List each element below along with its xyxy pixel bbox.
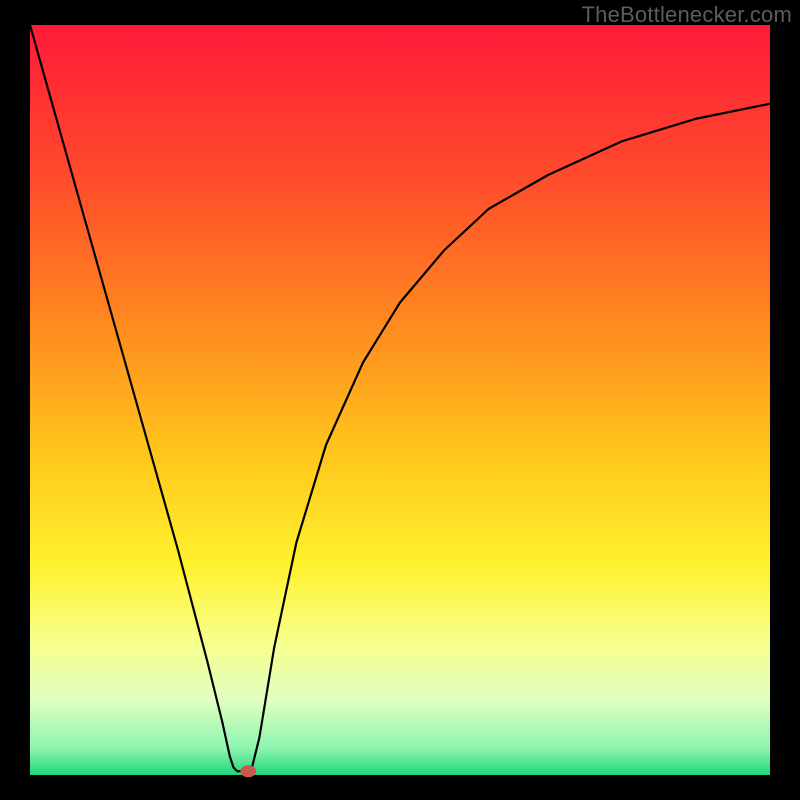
watermark-label: TheBottleneсker.com [582, 2, 792, 28]
vertex-marker [240, 765, 256, 777]
chart-canvas [0, 0, 800, 800]
plot-background [30, 25, 770, 775]
chart-frame: TheBottleneсker.com [0, 0, 800, 800]
